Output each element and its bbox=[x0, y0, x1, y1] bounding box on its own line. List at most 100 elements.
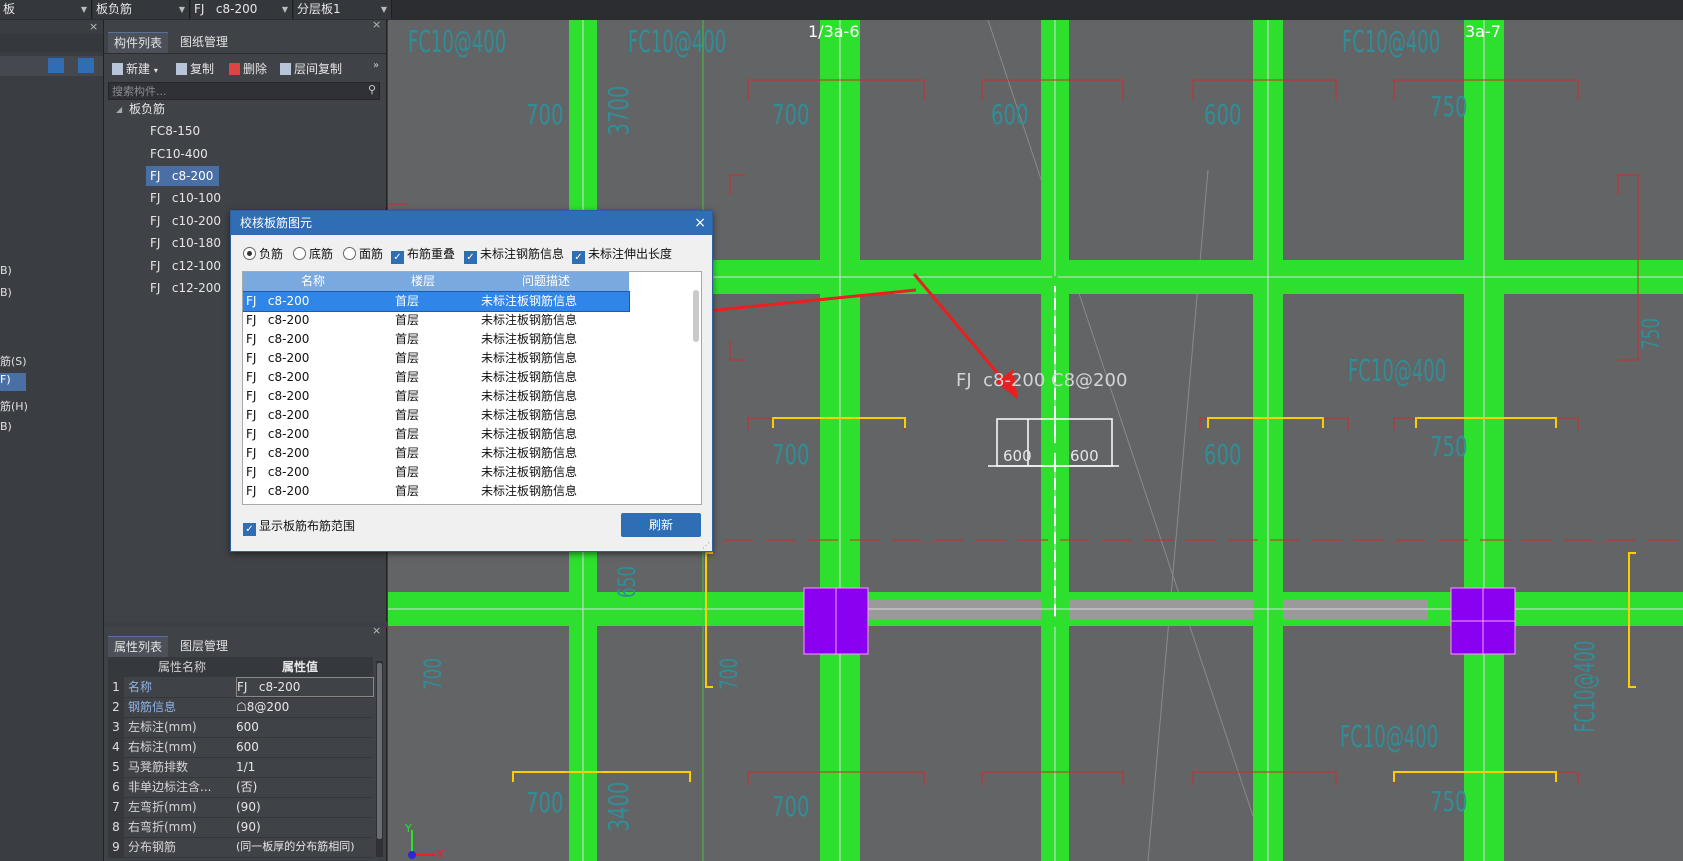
close-icon[interactable]: × bbox=[372, 18, 381, 31]
property-value[interactable]: 600 bbox=[236, 737, 372, 757]
column-header-name[interactable]: 名称 bbox=[243, 272, 383, 291]
radio-negative[interactable]: 负筋 bbox=[243, 246, 283, 262]
tree-item-selected[interactable]: FJ c8-200 bbox=[146, 166, 219, 186]
nav-item[interactable]: B) bbox=[0, 264, 12, 277]
property-value[interactable]: (90) bbox=[236, 797, 372, 817]
radio-icon bbox=[293, 247, 306, 260]
rebar-annotation[interactable]: FJ c8-200 C8@200 bbox=[956, 370, 1127, 391]
tree-item[interactable]: FJ c12-200 bbox=[146, 278, 225, 298]
tree-item[interactable]: FJ c10-200 bbox=[146, 211, 225, 231]
property-row[interactable]: 9 分布钢筋 (同一板厚的分布筋相同) bbox=[108, 837, 373, 858]
table-scrollbar[interactable] bbox=[693, 290, 699, 342]
cell-floor: 首层 bbox=[395, 408, 420, 422]
resize-grip-icon[interactable]: ⋰ bbox=[702, 541, 710, 550]
radio-bottom[interactable]: 底筋 bbox=[293, 246, 333, 262]
rebar-label: FC10@400 bbox=[1348, 354, 1447, 389]
table-row[interactable]: FJ c8-200 首层 未标注板钢筋信息 bbox=[243, 406, 629, 425]
tree-root[interactable]: 板负筋 bbox=[125, 99, 169, 119]
table-row[interactable]: FJ c8-200 首层 未标注板钢筋信息 bbox=[243, 463, 629, 482]
list-view-icon[interactable] bbox=[48, 58, 64, 73]
dimension-text: 750 bbox=[1636, 317, 1665, 351]
radio-top[interactable]: 面筋 bbox=[343, 246, 383, 262]
nav-item-selected[interactable]: F) bbox=[0, 373, 26, 391]
cell-issue: 未标注板钢筋信息 bbox=[481, 294, 578, 308]
table-row[interactable]: FJ c8-200 首层 未标注板钢筋信息 bbox=[243, 311, 629, 330]
property-value[interactable]: ☖8@200 bbox=[236, 697, 372, 717]
collapse-icon[interactable]: ◢ bbox=[116, 105, 122, 114]
cell-name: FJ c8-200 bbox=[246, 351, 310, 365]
property-row[interactable]: 1 名称 FJ c8-200 bbox=[108, 677, 374, 698]
dimension-right[interactable]: 600 bbox=[1070, 447, 1099, 465]
property-value[interactable]: (90) bbox=[236, 817, 372, 837]
checkbox-overlap[interactable]: ✓ 布筋重叠 bbox=[391, 246, 455, 264]
tab-component-list[interactable]: 构件列表 bbox=[108, 32, 169, 53]
property-row[interactable]: 6 非单边标注含... (否) bbox=[108, 777, 373, 798]
more-icon[interactable]: » bbox=[373, 60, 379, 71]
tab-drawing-management[interactable]: 图纸管理 bbox=[174, 32, 234, 52]
close-icon[interactable]: × bbox=[372, 624, 381, 637]
dimension-text: 600 bbox=[991, 98, 1029, 131]
table-row[interactable]: FJ c8-200 首层 未标注板钢筋信息 bbox=[243, 482, 629, 501]
table-row-selected[interactable]: FJ c8-200 首层 未标注板钢筋信息 bbox=[243, 291, 630, 312]
cell-floor: 首层 bbox=[395, 465, 420, 479]
dimension-left[interactable]: 600 bbox=[1003, 447, 1032, 465]
floor-copy-button[interactable]: 层间复制 bbox=[280, 60, 342, 78]
component-combo[interactable]: FJ c8-200 ▼ bbox=[191, 0, 293, 19]
navigation-panel: × B) B) 筋(S) F) 筋(H) B) bbox=[0, 20, 104, 861]
nav-item[interactable]: 筋(H) bbox=[0, 398, 28, 414]
element-type-combo[interactable]: 板 ▼ bbox=[0, 0, 92, 19]
tree-item[interactable]: FJ c12-100 bbox=[146, 256, 225, 276]
property-row[interactable]: 2 钢筋信息 ☖8@200 bbox=[108, 697, 373, 718]
table-row[interactable]: FJ c8-200 首层 未标注板钢筋信息 bbox=[243, 349, 629, 368]
property-value[interactable]: 600 bbox=[236, 717, 372, 737]
table-row[interactable]: FJ c8-200 首层 未标注板钢筋信息 bbox=[243, 444, 629, 463]
table-row[interactable]: FJ c8-200 首层 未标注板钢筋信息 bbox=[243, 425, 629, 444]
tile-view-icon[interactable] bbox=[78, 58, 94, 73]
copy-button[interactable]: 复制 bbox=[176, 60, 214, 78]
beam-gray[interactable] bbox=[808, 600, 1428, 620]
property-row[interactable]: 5 马凳筋排数 1/1 bbox=[108, 757, 373, 778]
dimension-text: 600 bbox=[1204, 98, 1242, 131]
column-header-issue[interactable]: 问题描述 bbox=[463, 272, 629, 291]
property-row[interactable]: 3 左标注(mm) 600 bbox=[108, 717, 373, 738]
property-value[interactable]: (同一板厚的分布筋相同) bbox=[236, 837, 372, 857]
property-value[interactable]: (否) bbox=[236, 777, 372, 797]
tree-item[interactable]: FC8-150 bbox=[146, 121, 204, 141]
row-number: 6 bbox=[108, 777, 124, 797]
search-input[interactable]: 搜索构件... bbox=[108, 82, 380, 100]
sub-type-combo[interactable]: 板负筋 ▼ bbox=[93, 0, 190, 19]
property-value-input[interactable]: FJ c8-200 bbox=[236, 677, 374, 697]
refresh-button[interactable]: 刷新 bbox=[621, 513, 701, 537]
tree-item[interactable]: FC10-400 bbox=[146, 144, 212, 164]
property-panel: × 属性列表 图层管理 属性名称 属性值 1 名称 FJ c8-200 2 钢筋信息 ☖… bbox=[104, 624, 387, 861]
property-scrollbar[interactable] bbox=[376, 661, 383, 857]
close-icon[interactable]: × bbox=[694, 211, 706, 235]
dialog-titlebar[interactable]: 校核板筋图元 × bbox=[231, 211, 712, 235]
table-row[interactable]: FJ c8-200 首层 未标注板钢筋信息 bbox=[243, 368, 629, 387]
property-value[interactable]: 1/1 bbox=[236, 757, 372, 777]
tree-item[interactable]: FJ c10-100 bbox=[146, 188, 225, 208]
table-row[interactable]: FJ c8-200 首层 未标注板钢筋信息 bbox=[243, 387, 629, 406]
checkbox-unlabeled-info[interactable]: ✓ 未标注钢筋信息 bbox=[464, 246, 564, 264]
new-button[interactable]: 新建 ▾ bbox=[112, 60, 158, 78]
nav-item[interactable]: B) bbox=[0, 420, 12, 433]
checkbox-show-range[interactable]: ✓ 显示板筋布筋范围 bbox=[243, 517, 355, 536]
nav-item[interactable]: B) bbox=[0, 286, 12, 299]
search-icon[interactable]: ⚲ bbox=[368, 83, 376, 96]
table-row[interactable]: FJ c8-200 首层 未标注板钢筋信息 bbox=[243, 330, 629, 349]
layer-combo[interactable]: 分层板1 ▼ bbox=[294, 0, 392, 19]
check-rebar-dialog: 校核板筋图元 × 负筋 底筋 面筋 ✓ 布筋重叠 ✓ 未标注钢筋信息 ✓ 未标注伸出长度… bbox=[230, 210, 713, 552]
tab-layer-management[interactable]: 图层管理 bbox=[174, 636, 234, 656]
nav-item[interactable]: 筋(S) bbox=[0, 353, 27, 369]
delete-button[interactable]: 删除 bbox=[229, 60, 267, 78]
property-row[interactable]: 4 右标注(mm) 600 bbox=[108, 737, 373, 758]
issues-table[interactable]: 名称 楼层 问题描述 FJ c8-200 首层 未标注板钢筋信息 FJ c8-200… bbox=[242, 271, 702, 505]
checkbox-unlabeled-length[interactable]: ✓ 未标注伸出长度 bbox=[572, 246, 672, 264]
tree-item[interactable]: FJ c10-180 bbox=[146, 233, 225, 253]
property-row[interactable]: 7 左弯折(mm) (90) bbox=[108, 797, 373, 818]
column-header-floor[interactable]: 楼层 bbox=[383, 272, 463, 291]
property-row[interactable]: 8 右弯折(mm) (90) bbox=[108, 817, 373, 838]
tab-property-list[interactable]: 属性列表 bbox=[108, 636, 169, 657]
close-icon[interactable]: × bbox=[89, 20, 98, 33]
combo-value: 板 bbox=[3, 2, 16, 16]
